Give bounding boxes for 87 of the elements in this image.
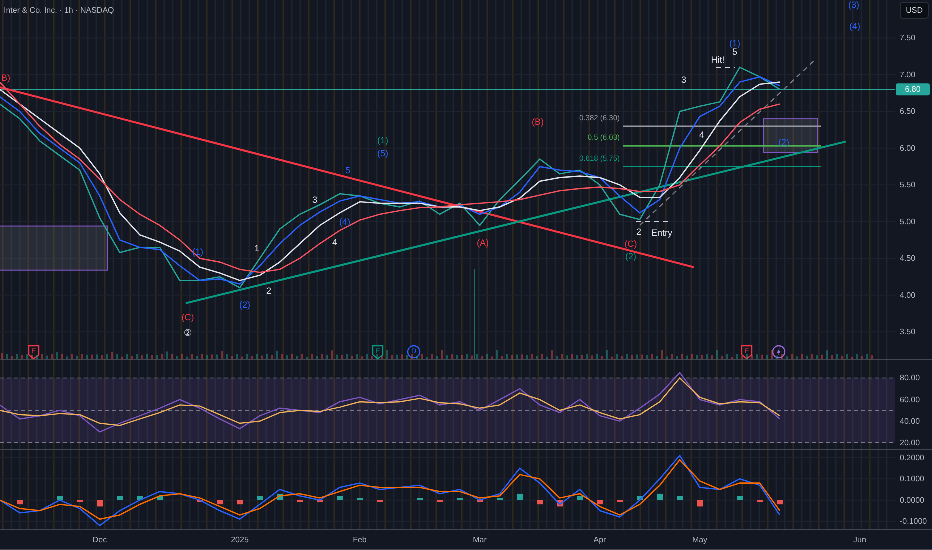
axis-label: 0.2000 [900,453,924,462]
histogram-bar [197,500,203,502]
histogram-bar [297,500,303,502]
histogram-bar [597,500,603,505]
wave-label: (1) [730,38,740,48]
chart-title: Inter & Co. Inc. · 1h · NASDAQ [4,6,114,15]
axis-label: 60.00 [900,395,920,404]
histogram-bar [217,500,223,505]
axis-label: 20.00 [900,438,920,448]
histogram-bar [237,500,243,505]
axis-label: 5.00 [900,217,916,226]
histogram-bar [757,500,763,502]
axis-label: 3.50 [900,328,916,337]
wave-label: (2) [240,300,250,310]
histogram-bar [537,500,543,505]
wave-label: 4 [332,237,338,248]
wave-label: (5) [378,148,388,159]
wave-label: 5 [346,165,350,176]
histogram-bar [337,496,343,500]
axis-label: -0.1000 [900,517,928,526]
axis-label: 0.1000 [900,474,924,484]
time-axis-label: Feb [353,536,367,544]
wave-label: (B) [532,116,544,127]
wave-label: 2 [636,227,642,238]
wave-label: 3 [682,75,686,86]
histogram-bar [617,500,623,502]
histogram-bar [777,500,783,505]
histogram-bar [317,500,323,502]
wave-label: 5 [732,47,738,58]
histogram-bar [137,496,143,500]
wave-label: (2) [778,138,790,148]
time-axis-label: Jun [854,536,866,544]
histogram-bar [497,498,503,500]
axis-label: 6.50 [900,107,916,116]
axis-label: 7.50 [900,34,916,43]
wave-label: Entry [652,228,672,238]
wave-label: (A) [477,238,489,248]
axis-label: 80.00 [900,374,920,383]
wave-label: 4 [700,130,704,140]
histogram-bar [517,494,523,500]
wave-label: (1) [192,247,204,257]
time-axis-label: Mar [473,536,487,544]
wave-label: 3 [312,194,318,205]
axis-label: 7.00 [900,70,916,80]
wave-label: 2 [266,286,272,296]
histogram-bar [57,496,63,500]
wave-label: (C) [182,312,194,322]
lightning-icon[interactable] [772,345,786,359]
wave-label: (4) [850,21,860,32]
time-axis-label: 2025 [231,536,249,544]
histogram-bar [377,500,383,502]
histogram-bar [77,500,83,502]
wave-label: 1 [254,243,260,254]
time-axis-label: Apr [594,536,606,544]
wave-label: (1) [378,135,388,146]
histogram-bar [417,498,423,500]
axis-label: 0.0000 [900,496,924,505]
current-price-label: 6.80 [905,85,921,94]
wave-label: ② [184,328,192,338]
wave-label: (4) [340,216,350,227]
histogram-bar [677,496,683,500]
histogram-bar [637,496,643,500]
histogram-bar [357,498,363,500]
axis-label: 5.50 [900,180,916,190]
axis-label: 6.00 [900,144,916,153]
histogram-bar [117,496,123,500]
histogram-bar [457,498,463,500]
histogram-bar [17,500,23,505]
axis-label: 4.00 [900,290,916,300]
wave-label: (2) [626,251,636,262]
axis-label: 40.00 [900,416,920,426]
wave-label: (3) [848,0,860,10]
currency-button[interactable]: USD [900,2,929,19]
price-zone [764,118,818,154]
histogram-bar [577,496,583,500]
histogram-bar [257,496,263,500]
wave-label: (C) [624,238,638,249]
histogram-bar [657,494,663,500]
wave-label: Hit! [711,55,725,66]
histogram-bar [477,500,483,502]
histogram-bar [737,496,743,500]
histogram-bar [157,496,163,500]
histogram-bar [437,500,443,502]
time-axis-label: May [692,536,708,544]
axis-label: 4.50 [900,254,916,264]
time-axis-label: Dec [92,536,108,544]
wave-label: B) [2,72,10,83]
